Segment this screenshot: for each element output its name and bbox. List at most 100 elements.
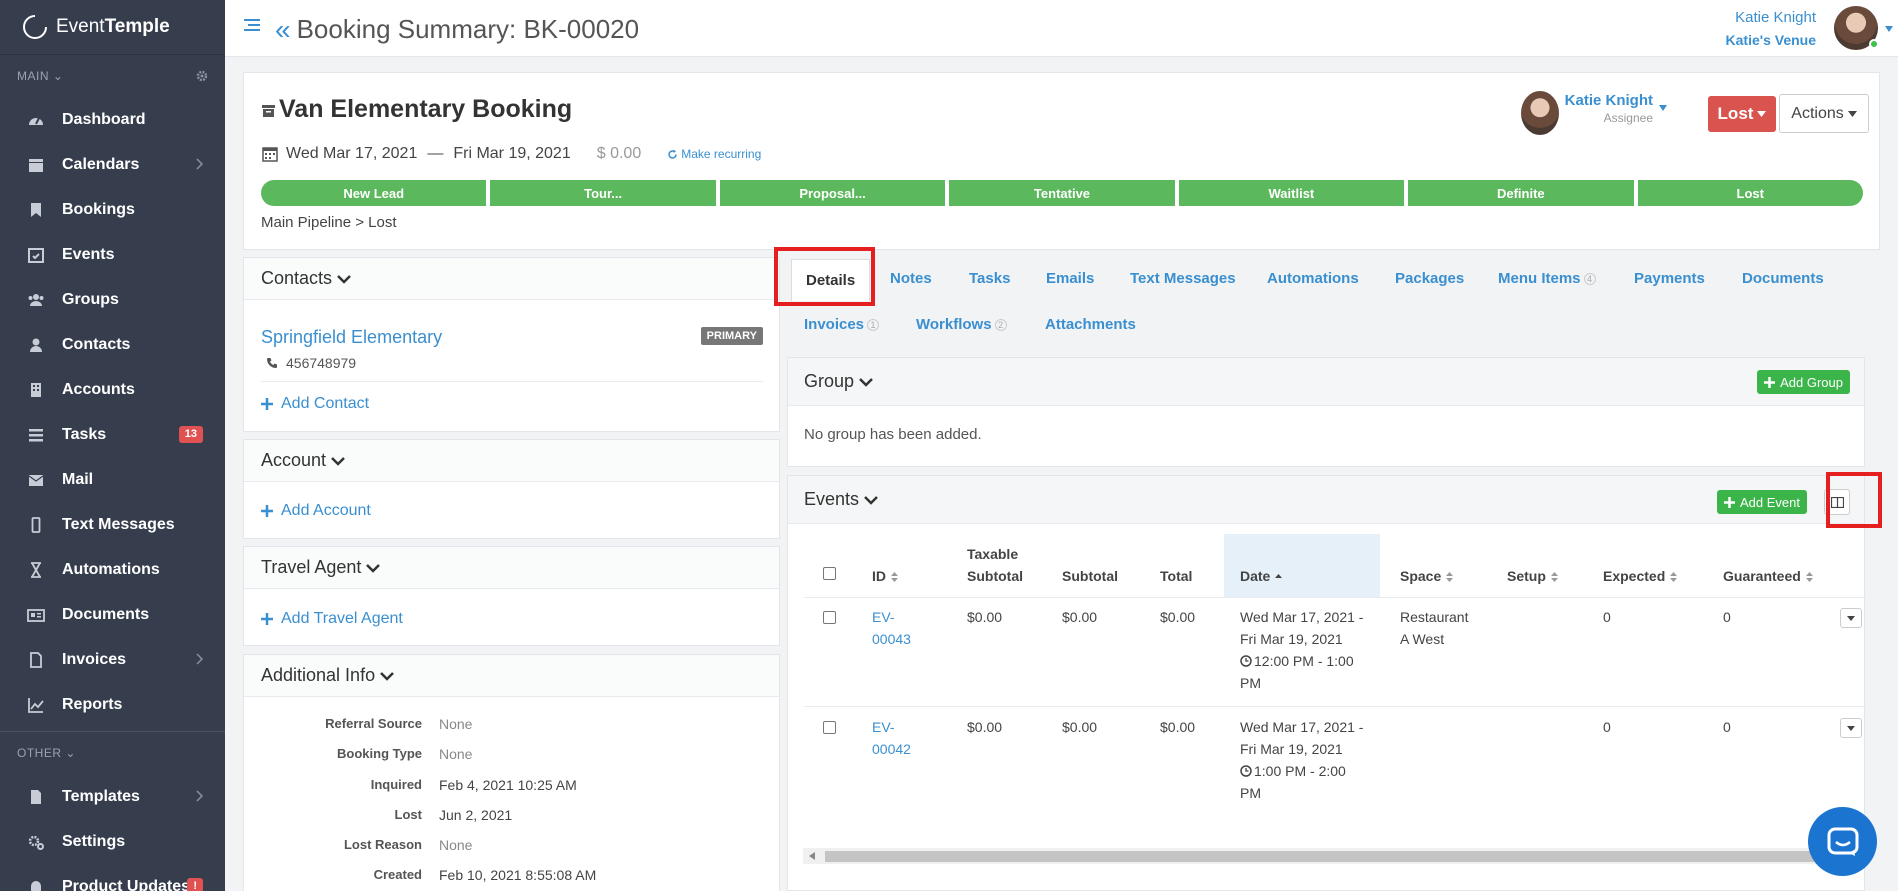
- menu-toggle-icon[interactable]: [243, 16, 261, 34]
- col-setup[interactable]: Setup: [1507, 565, 1558, 587]
- tab-attachments[interactable]: Attachments: [1045, 316, 1136, 333]
- tab-payments[interactable]: Payments: [1634, 270, 1705, 287]
- select-all-checkbox[interactable]: [823, 567, 836, 580]
- sort-icon: [1550, 572, 1558, 583]
- make-recurring-link[interactable]: Make recurring: [667, 147, 761, 161]
- sidebar-item-dashboard[interactable]: Dashboard: [0, 97, 225, 142]
- sidebar-item-bookings[interactable]: Bookings: [0, 187, 225, 232]
- row-actions-dropdown[interactable]: [1840, 608, 1862, 628]
- time-line: 1:00 PM - 2:00: [1254, 763, 1346, 779]
- clock-icon: [1240, 655, 1252, 667]
- row-checkbox[interactable]: [823, 721, 836, 734]
- tab-tasks[interactable]: Tasks: [969, 270, 1010, 287]
- col-id[interactable]: ID: [872, 565, 898, 587]
- stage-tour[interactable]: Tour...: [490, 180, 716, 206]
- actions-button[interactable]: Actions: [1779, 94, 1869, 133]
- tab-automations[interactable]: Automations: [1267, 270, 1359, 287]
- sidebar-item-invoices[interactable]: Invoices: [0, 637, 225, 682]
- calendar-check-icon: [28, 247, 44, 263]
- account-header[interactable]: Account: [244, 440, 779, 482]
- stage-definite[interactable]: Definite: [1408, 180, 1634, 206]
- row-checkbox[interactable]: [823, 611, 836, 624]
- horizontal-scrollbar[interactable]: [803, 848, 1863, 864]
- stage-tentative[interactable]: Tentative: [949, 180, 1175, 206]
- info-row-created: Created Feb 10, 2021 8:55:08 AM: [244, 867, 781, 883]
- tab-workflows[interactable]: Workflows 2: [916, 316, 1007, 333]
- stage-proposal[interactable]: Proposal...: [719, 180, 946, 206]
- tab-invoices[interactable]: Invoices 1: [804, 316, 880, 333]
- app-logo[interactable]: Event Temple: [0, 0, 225, 55]
- sidebar-item-events[interactable]: Events: [0, 232, 225, 277]
- list-icon: [29, 428, 43, 441]
- status-lost-button[interactable]: Lost: [1708, 96, 1776, 132]
- sidebar-item-tasks[interactable]: Tasks 13: [0, 412, 225, 457]
- travel-agent-header[interactable]: Travel Agent: [244, 547, 779, 589]
- contact-name-link[interactable]: Springfield Elementary: [261, 327, 442, 348]
- stage-lost[interactable]: Lost: [1637, 180, 1863, 206]
- tab-notes[interactable]: Notes: [890, 270, 932, 287]
- dashboard-icon: [29, 117, 43, 125]
- assignee-name: Katie Knight: [1564, 92, 1653, 109]
- sidebar-item-contacts[interactable]: Contacts: [0, 322, 225, 367]
- stage-waitlist[interactable]: Waitlist: [1178, 180, 1405, 206]
- info-key: Lost Reason: [343, 837, 422, 852]
- sidebar-item-mail[interactable]: Mail: [0, 457, 225, 502]
- other-section-header[interactable]: OTHER ⌄: [0, 732, 225, 774]
- add-account-link[interactable]: Add Account: [261, 502, 371, 520]
- cell-taxable: $0.00: [967, 719, 1003, 735]
- col-taxable-subtotal[interactable]: Taxable Subtotal: [967, 543, 1023, 587]
- scrollbar-thumb[interactable]: [825, 851, 1835, 862]
- main-section-header[interactable]: MAIN ⌄: [0, 55, 225, 97]
- page-title-text: Booking Summary: BK-00020: [296, 14, 640, 44]
- additional-info-header[interactable]: Additional Info: [244, 655, 779, 697]
- settings-gear-icon[interactable]: [196, 70, 208, 82]
- sidebar-item-text-messages[interactable]: Text Messages: [0, 502, 225, 547]
- tab-emails[interactable]: Emails: [1046, 270, 1094, 287]
- add-travel-agent-label: Add Travel Agent: [281, 610, 403, 627]
- sidebar-item-settings[interactable]: Settings: [0, 819, 225, 864]
- sidebar-item-templates[interactable]: Templates: [0, 774, 225, 819]
- event-id-link[interactable]: EV- 00042: [872, 716, 911, 760]
- events-header[interactable]: Events Add Event: [788, 476, 1864, 524]
- row-actions-dropdown[interactable]: [1840, 718, 1862, 738]
- info-value: Feb 4, 2021 10:25 AM: [439, 777, 577, 793]
- contact-phone-number: 456748979: [286, 355, 357, 371]
- tab-documents[interactable]: Documents: [1742, 270, 1824, 287]
- chat-launcher-button[interactable]: [1808, 807, 1877, 876]
- scroll-left-arrow-icon[interactable]: [809, 852, 815, 860]
- assignee-dropdown[interactable]: Katie Knight Assignee: [1520, 91, 1667, 135]
- sidebar-item-product-updates[interactable]: Product Updates !: [0, 864, 225, 891]
- col-expected[interactable]: Expected: [1603, 565, 1678, 587]
- event-id-link[interactable]: EV- 00043: [872, 606, 911, 650]
- stage-new-lead[interactable]: New Lead: [261, 180, 487, 206]
- col-space[interactable]: Space: [1400, 565, 1454, 587]
- col-date[interactable]: Date: [1240, 565, 1283, 587]
- sidebar-item-groups[interactable]: Groups: [0, 277, 225, 322]
- cell-space: Restaurant A West: [1400, 606, 1468, 650]
- user-menu[interactable]: Katie Knight Katie's Venue: [1726, 7, 1816, 51]
- group-header[interactable]: Group Add Group: [788, 358, 1864, 406]
- add-event-button[interactable]: Add Event: [1717, 490, 1807, 514]
- sidebar-item-accounts[interactable]: Accounts: [0, 367, 225, 412]
- add-travel-agent-link[interactable]: Add Travel Agent: [261, 610, 403, 628]
- col-label: Space: [1400, 568, 1442, 584]
- sidebar-item-reports[interactable]: Reports: [0, 682, 225, 727]
- tab-packages[interactable]: Packages: [1395, 270, 1464, 287]
- sidebar-item-documents[interactable]: Documents: [0, 592, 225, 637]
- back-chevrons-icon[interactable]: «: [275, 15, 291, 44]
- add-contact-link[interactable]: Add Contact: [261, 395, 369, 413]
- brand-bold: Temple: [104, 16, 170, 37]
- col-total[interactable]: Total: [1160, 565, 1192, 587]
- sidebar-item-automations[interactable]: Automations: [0, 547, 225, 592]
- sidebar: Event Temple MAIN ⌄ Dashboard Calendars B…: [0, 0, 225, 891]
- col-guaranteed[interactable]: Guaranteed: [1723, 565, 1813, 587]
- caret-down-icon[interactable]: [1885, 26, 1893, 32]
- sidebar-item-calendars[interactable]: Calendars: [0, 142, 225, 187]
- contacts-header[interactable]: Contacts: [244, 258, 779, 300]
- chart-icon: [28, 697, 44, 713]
- add-group-button[interactable]: Add Group: [1757, 370, 1850, 394]
- tab-menu-items[interactable]: Menu Items 4: [1498, 270, 1596, 287]
- col-subtotal[interactable]: Subtotal: [1062, 565, 1118, 587]
- highlight-box-column-toggle: [1826, 472, 1882, 528]
- tab-text-messages[interactable]: Text Messages: [1130, 270, 1236, 287]
